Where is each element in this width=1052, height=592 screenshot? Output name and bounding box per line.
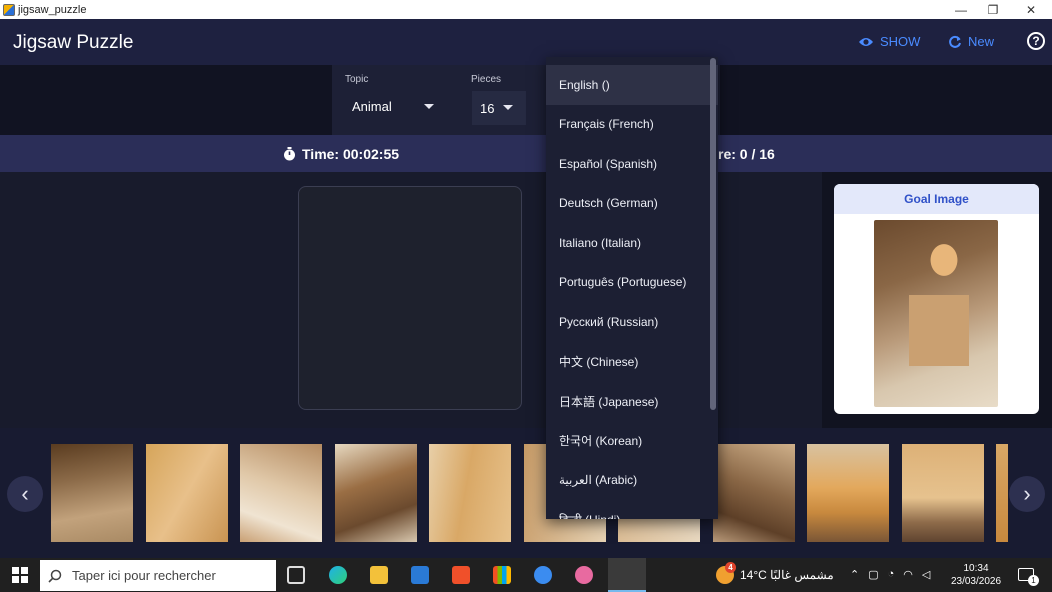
network-icon[interactable]: ◔: [888, 568, 895, 581]
brave-browser-icon[interactable]: [452, 566, 470, 584]
pieces-label: Pieces: [471, 74, 502, 85]
volume-icon[interactable]: ◁: [922, 568, 930, 581]
timer: Time: 00:02:55: [283, 146, 399, 162]
puzzle-piece[interactable]: [713, 444, 795, 542]
goal-card: Goal Image: [834, 184, 1039, 414]
language-option[interactable]: 中文 (Chinese): [546, 341, 718, 381]
eye-icon: [859, 37, 873, 46]
app-icon[interactable]: [575, 566, 593, 584]
chevron-down-icon: [503, 105, 513, 110]
clock-time: 10:34: [963, 563, 989, 574]
window-titlebar: jigsaw_puzzle — ❐ ✕: [0, 0, 1052, 19]
weather-widget[interactable]: 4 14°C مشمس غالبًا: [716, 562, 834, 584]
puzzle-piece[interactable]: [335, 444, 417, 542]
weather-icon: 4: [716, 562, 736, 584]
stopwatch-icon: [284, 147, 295, 161]
status-bar: Time: 00:02:55 re: 0 / 16: [0, 135, 1052, 172]
system-tray: ⌃ ▢ ◔ ◠ ◁: [850, 568, 930, 581]
close-button[interactable]: ✕: [1012, 0, 1050, 19]
maximize-button[interactable]: ❐: [974, 0, 1012, 19]
language-option[interactable]: 한국어 (Korean): [546, 420, 718, 460]
chevron-left-icon: ‹: [21, 481, 29, 506]
puzzle-piece[interactable]: [51, 444, 133, 542]
puzzle-piece[interactable]: [240, 444, 322, 542]
search-placeholder: Taper ici pour rechercher: [72, 568, 216, 583]
search-icon: [48, 569, 62, 583]
language-option[interactable]: Русский (Russian): [546, 302, 718, 342]
language-option[interactable]: Italiano (Italian): [546, 223, 718, 263]
topic-select[interactable]: Animal: [352, 99, 442, 114]
tray-prev-button[interactable]: ‹: [7, 476, 43, 512]
language-option[interactable]: Português (Portuguese): [546, 262, 718, 302]
language-option[interactable]: Français (French): [546, 104, 718, 144]
puzzle-board[interactable]: [298, 186, 522, 410]
dropdown-scrollbar[interactable]: [710, 58, 716, 410]
help-icon: ?: [1032, 34, 1040, 48]
notification-icon[interactable]: 1: [1018, 568, 1039, 586]
time-text: Time: 00:02:55: [302, 146, 400, 162]
language-option[interactable]: English (): [546, 65, 718, 105]
new-label: New: [968, 34, 995, 49]
weather-badge: 4: [725, 562, 736, 573]
puzzle-piece[interactable]: [807, 444, 889, 542]
task-view-icon[interactable]: [287, 566, 305, 584]
outlook-icon[interactable]: [411, 566, 429, 584]
pieces-value: 16: [480, 100, 495, 116]
weather-text: 14°C مشمس غالبًا: [740, 568, 834, 582]
puzzle-piece[interactable]: [146, 444, 228, 542]
language-dropdown: English () Français (French) Español (Sp…: [546, 57, 718, 519]
language-option[interactable]: Español (Spanish): [546, 144, 718, 184]
show-label: SHOW: [880, 34, 921, 49]
pieces-select[interactable]: 16: [472, 91, 526, 125]
chevron-up-icon[interactable]: ⌃: [850, 568, 859, 581]
score-text: re: 0 / 16: [718, 146, 775, 162]
app-store-icon[interactable]: [534, 566, 552, 584]
refresh-icon: [949, 35, 961, 48]
topic-label: Topic: [345, 74, 369, 85]
clock-date: 23/03/2026: [950, 576, 1002, 587]
language-option[interactable]: العربية (Arabic): [546, 460, 718, 500]
language-option[interactable]: 日本語 (Japanese): [546, 381, 718, 421]
puzzle-piece[interactable]: [996, 444, 1008, 542]
show-button[interactable]: SHOW: [858, 34, 920, 49]
wifi-icon[interactable]: ◠: [903, 568, 913, 581]
notification-count: 1: [1028, 575, 1039, 586]
help-button[interactable]: ?: [1027, 32, 1045, 50]
topic-value: Animal: [352, 99, 392, 114]
clock[interactable]: 10:34 23/03/2026: [948, 562, 1004, 588]
tray-next-button[interactable]: ›: [1009, 476, 1045, 512]
window-title: jigsaw_puzzle: [18, 3, 87, 16]
goal-title: Goal Image: [834, 184, 1039, 214]
edge-browser-icon[interactable]: [329, 566, 347, 584]
app-icon: [3, 3, 15, 16]
language-option[interactable]: Deutsch (German): [546, 183, 718, 223]
app-header: Jigsaw Puzzle SHOW New ?: [0, 19, 1052, 65]
language-option[interactable]: हिन्दी (Hindi): [546, 499, 718, 520]
windows-start-icon[interactable]: [12, 567, 28, 583]
device-icon[interactable]: ▢: [868, 568, 878, 581]
file-explorer-icon[interactable]: [370, 566, 388, 584]
jigsaw-puzzle-taskbar-icon[interactable]: [608, 558, 646, 592]
puzzle-piece[interactable]: [902, 444, 984, 542]
app-title: Jigsaw Puzzle: [13, 32, 134, 53]
chevron-right-icon: ›: [1023, 481, 1031, 506]
taskbar: Taper ici pour rechercher 4 14°C مشمس غا…: [0, 558, 1052, 592]
new-button[interactable]: New: [948, 34, 994, 49]
taskbar-search[interactable]: Taper ici pour rechercher: [40, 560, 276, 591]
goal-image: [874, 220, 998, 407]
microsoft-store-icon[interactable]: [493, 566, 511, 584]
chevron-down-icon: [424, 104, 434, 109]
puzzle-piece[interactable]: [429, 444, 511, 542]
